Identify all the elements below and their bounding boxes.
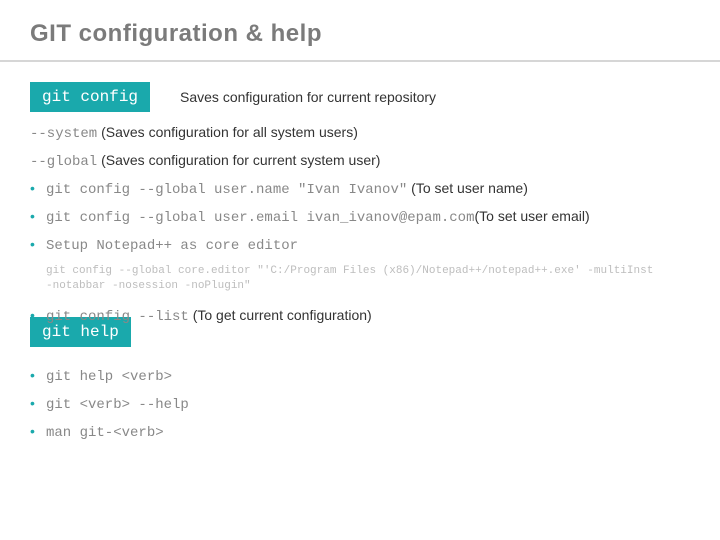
example-useremail: git config --global user.email ivan_ivan…	[30, 208, 690, 226]
system-flag: --system	[30, 126, 97, 142]
git-config-desc: Saves configuration for current reposito…	[180, 89, 436, 105]
cmd-editor: Setup Notepad++ as core editor	[46, 238, 298, 254]
example-list: git config --list (To get current config…	[30, 307, 690, 325]
example-username: git config --global user.name "Ivan Ivan…	[30, 180, 690, 198]
page-title: GIT configuration & help	[30, 20, 690, 48]
note-username: (To set user name)	[407, 180, 528, 196]
help-verb-2: git <verb> --help	[30, 395, 690, 413]
note-list: (To get current configuration)	[189, 307, 372, 323]
git-config-tag-row: git config Saves configuration for curre…	[30, 82, 690, 112]
git-config-tag: git config	[30, 82, 150, 112]
example-editor: Setup Notepad++ as core editor	[30, 236, 690, 254]
codeblock-line-2: -notabbar -nosession -noPlugin"	[46, 279, 690, 294]
cmd-list: git config --list	[46, 309, 189, 325]
help-verb-1: git help <verb>	[30, 367, 690, 385]
help-verb-3: man git-<verb>	[30, 423, 690, 441]
note-useremail: (To set user email)	[474, 208, 589, 224]
cmd-useremail: git config --global user.email ivan_ivan…	[46, 210, 474, 226]
codeblock-line-1: git config --global core.editor "'C:/Pro…	[46, 264, 690, 279]
divider	[0, 60, 720, 62]
global-flag: --global	[30, 154, 97, 170]
system-flag-desc: (Saves configuration for all system user…	[97, 124, 358, 140]
cmd-username: git config --global user.name "Ivan Ivan…	[46, 182, 407, 198]
system-flag-line: --system (Saves configuration for all sy…	[30, 124, 690, 142]
cmd-help-3: man git-<verb>	[46, 425, 164, 441]
global-flag-desc: (Saves configuration for current system …	[97, 152, 380, 168]
cmd-help-1: git help <verb>	[46, 369, 172, 385]
cmd-help-2: git <verb> --help	[46, 397, 189, 413]
global-flag-line: --global (Saves configuration for curren…	[30, 152, 690, 170]
editor-codeblock: git config --global core.editor "'C:/Pro…	[30, 264, 690, 295]
